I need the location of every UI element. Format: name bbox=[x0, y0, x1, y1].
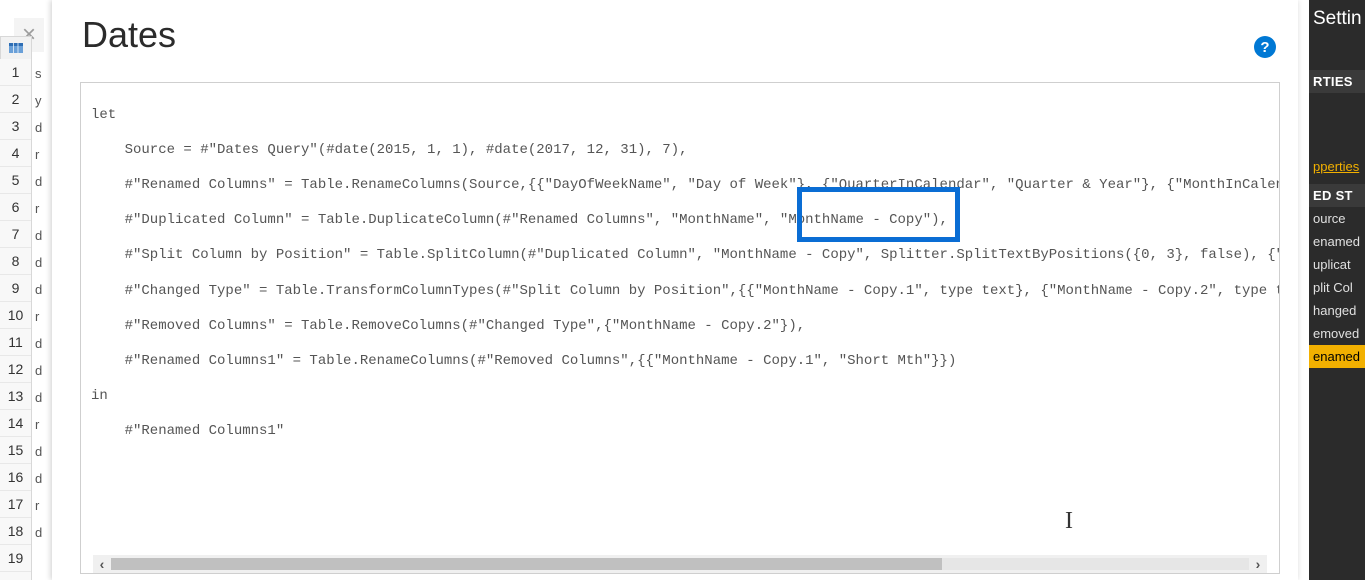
row-num[interactable]: 16 bbox=[0, 464, 31, 491]
advanced-editor-window: Dates ? let Source = #"Dates Query"(#dat… bbox=[52, 0, 1298, 580]
row-num[interactable]: 5 bbox=[0, 167, 31, 194]
row-num[interactable]: 10 bbox=[0, 302, 31, 329]
code-line: #"Renamed Columns1" = Table.RenameColumn… bbox=[91, 353, 1269, 371]
row-num[interactable]: 6 bbox=[0, 194, 31, 221]
code-line: #"Changed Type" = Table.TransformColumnT… bbox=[91, 283, 1269, 301]
scroll-left-arrow-icon[interactable]: ‹ bbox=[93, 555, 111, 573]
row-num[interactable]: 12 bbox=[0, 356, 31, 383]
bg-col-frag: sydr drdd drdd drdd rd bbox=[33, 60, 47, 573]
code-line: #"Renamed Columns1" bbox=[91, 423, 1269, 441]
settings-title: Settin bbox=[1309, 0, 1365, 40]
code-editor[interactable]: let Source = #"Dates Query"(#date(2015, … bbox=[80, 82, 1280, 574]
code-line: #"Duplicated Column" = Table.DuplicateCo… bbox=[91, 212, 1269, 230]
step-renamed[interactable]: enamed bbox=[1309, 230, 1365, 253]
scroll-right-arrow-icon[interactable]: › bbox=[1249, 555, 1267, 573]
row-num[interactable]: 1 bbox=[0, 59, 31, 86]
applied-steps-header: ED ST bbox=[1309, 184, 1365, 207]
step-split[interactable]: plit Col bbox=[1309, 276, 1365, 299]
row-num[interactable]: 8 bbox=[0, 248, 31, 275]
row-num[interactable]: 3 bbox=[0, 113, 31, 140]
step-duplicated[interactable]: uplicat bbox=[1309, 253, 1365, 276]
row-num[interactable]: 11 bbox=[0, 329, 31, 356]
code-line: #"Renamed Columns" = Table.RenameColumns… bbox=[91, 177, 1269, 195]
code-line: #"Removed Columns" = Table.RemoveColumns… bbox=[91, 318, 1269, 336]
scroll-thumb[interactable] bbox=[111, 558, 942, 570]
row-num[interactable]: 2 bbox=[0, 86, 31, 113]
query-title: Dates bbox=[52, 0, 1298, 70]
query-settings-panel: Settin RTIES pperties ED ST ource enamed… bbox=[1309, 0, 1365, 580]
step-changed[interactable]: hanged bbox=[1309, 299, 1365, 322]
all-properties-link[interactable]: pperties bbox=[1309, 153, 1365, 180]
row-num[interactable]: 18 bbox=[0, 518, 31, 545]
row-num[interactable]: 19 bbox=[0, 545, 31, 572]
row-num[interactable]: 7 bbox=[0, 221, 31, 248]
step-source[interactable]: ource bbox=[1309, 207, 1365, 230]
horizontal-scrollbar[interactable]: ‹ › bbox=[93, 555, 1267, 573]
row-num[interactable]: 13 bbox=[0, 383, 31, 410]
text-cursor-icon: I bbox=[1065, 513, 1073, 531]
row-num[interactable]: 4 bbox=[0, 140, 31, 167]
row-num[interactable]: 15 bbox=[0, 437, 31, 464]
step-renamed1[interactable]: enamed bbox=[1309, 345, 1365, 368]
step-removed[interactable]: emoved bbox=[1309, 322, 1365, 345]
scroll-track[interactable] bbox=[111, 558, 1249, 570]
code-line: in bbox=[91, 388, 1269, 406]
row-num[interactable]: 9 bbox=[0, 275, 31, 302]
code-line: #"Split Column by Position" = Table.Spli… bbox=[91, 247, 1269, 265]
table-icon[interactable] bbox=[0, 36, 32, 59]
row-num[interactable]: 14 bbox=[0, 410, 31, 437]
code-line: Source = #"Dates Query"(#date(2015, 1, 1… bbox=[91, 142, 1269, 160]
help-icon[interactable]: ? bbox=[1254, 36, 1276, 58]
row-num[interactable]: 17 bbox=[0, 491, 31, 518]
properties-header: RTIES bbox=[1309, 70, 1365, 93]
code-line: let bbox=[91, 107, 1269, 125]
code-area[interactable]: let Source = #"Dates Query"(#date(2015, … bbox=[81, 83, 1279, 553]
row-number-gutter: 1 2 3 4 5 6 7 8 9 10 11 12 13 14 15 16 1… bbox=[0, 59, 32, 580]
